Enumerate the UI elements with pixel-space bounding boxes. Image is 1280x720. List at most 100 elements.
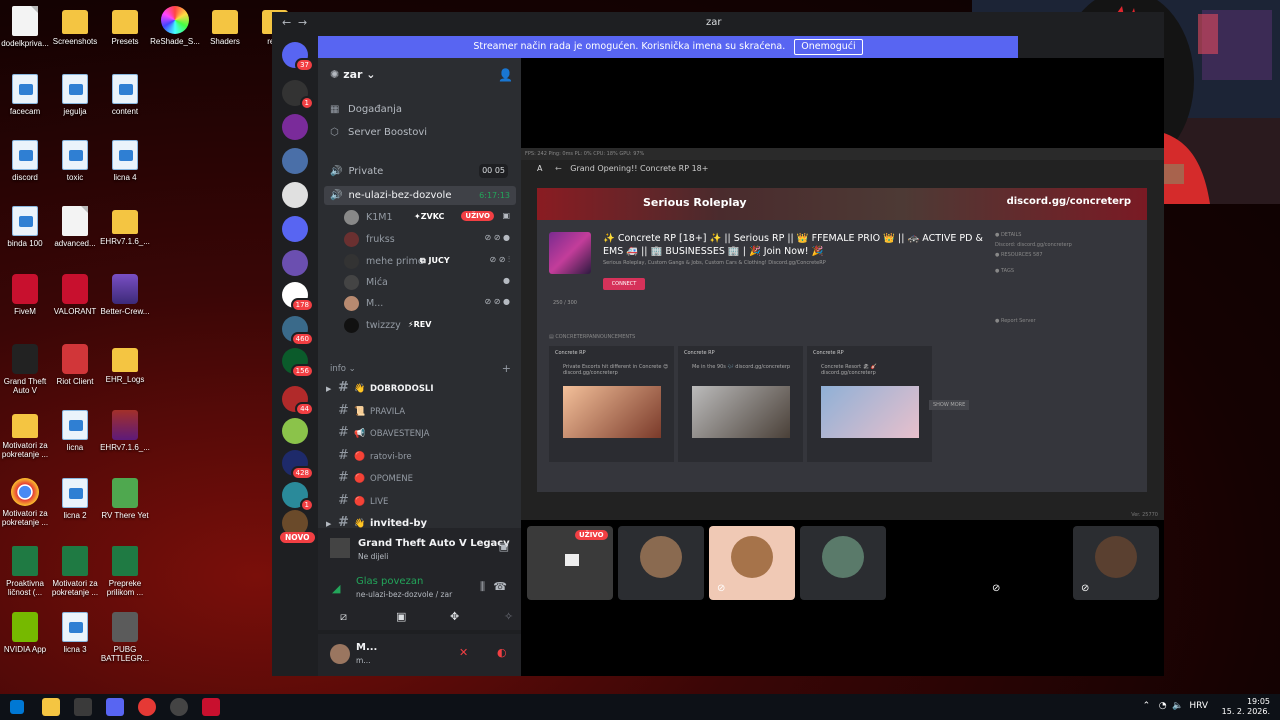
system-tray[interactable]: ⌃ ◔ 🔈 HRV (1143, 701, 1208, 711)
voice-user[interactable]: frukss ⊘ ⊘ ● (344, 230, 514, 250)
server-name-header[interactable]: ✺ zar ⌄ (330, 68, 376, 81)
voice-user[interactable]: twizzzy ⚡REV (344, 316, 514, 336)
desktop-icon[interactable]: dodelkpriva... (0, 6, 50, 48)
avatar[interactable] (330, 644, 350, 664)
camera-off-icon[interactable]: ⧄ (340, 610, 347, 624)
desktop-icon[interactable]: RV There Yet (100, 478, 150, 520)
desktop-icon[interactable]: Proaktivna ličnost (... (0, 546, 50, 597)
file-explorer-icon[interactable] (42, 698, 60, 716)
language-indicator[interactable]: HRV (1189, 701, 1208, 711)
noise-suppression-icon[interactable]: ⫼ (480, 580, 485, 594)
invite-people-icon[interactable]: 👤 (498, 68, 513, 82)
voice-user[interactable]: M... ⊘ ⊘ ● (344, 294, 514, 314)
desktop-icon[interactable]: NVIDIA App (0, 612, 50, 654)
tray-chevron-icon[interactable]: ⌃ (1143, 701, 1151, 711)
desktop-icon[interactable]: Riot Client (50, 344, 100, 386)
desktop-icon[interactable]: PUBG BATTLEGR... (100, 612, 150, 663)
participant-tile-stream[interactable]: UŽIVO (527, 526, 613, 600)
server-icon[interactable] (282, 216, 308, 242)
text-channel[interactable]: # 🔴 LIVE (326, 491, 516, 511)
desktop-icon[interactable]: Presets (100, 6, 150, 46)
category-info[interactable]: info ⌄ (330, 364, 356, 374)
participant-tile[interactable]: ⊘ (1073, 526, 1159, 600)
disable-streamer-mode-button[interactable]: Onemogući (794, 39, 863, 55)
mute-icon[interactable]: ✕ (459, 646, 468, 659)
desktop-icon[interactable]: Motivatori za pokretanje ... (0, 410, 50, 459)
desktop-icon[interactable]: Motivatori za pokretanje ... (0, 478, 50, 527)
discord-taskbar-icon[interactable] (106, 698, 124, 716)
server-boosts-link[interactable]: ⬡ Server Boostovi (330, 127, 427, 138)
fivem-taskbar-icon[interactable] (202, 698, 220, 716)
desktop-icon[interactable]: ReShade_S... (150, 6, 200, 46)
network-icon[interactable]: ◔ (1159, 701, 1167, 711)
disconnect-icon[interactable]: ☎ (493, 580, 507, 593)
participant-tile[interactable] (891, 526, 977, 600)
events-link[interactable]: ▦ Događanja (330, 104, 402, 115)
deafen-icon[interactable]: ◐ (497, 646, 507, 659)
nav-back-button[interactable]: ← (282, 16, 291, 29)
voice-user[interactable]: K1M1 ✦ZVKC UŽIVO ▣ (344, 208, 514, 228)
desktop-icon[interactable]: facecam (0, 74, 50, 116)
desktop-icon[interactable]: Grand Theft Auto V (0, 344, 50, 395)
participant-tile[interactable] (618, 526, 704, 600)
desktop-icon[interactable]: EHRv7.1.6_... (100, 410, 150, 452)
chrome-taskbar-icon[interactable] (138, 698, 156, 716)
desktop-icon[interactable]: EHRv7.1.6_... (100, 206, 150, 246)
participant-tile[interactable]: ⊘ (709, 526, 795, 600)
start-button-icon[interactable] (10, 700, 24, 714)
desktop-icon[interactable]: licna 3 (50, 612, 100, 654)
desktop-icon[interactable]: binda 100 (0, 206, 50, 248)
server-icon[interactable]: 178 (282, 282, 314, 312)
voice-connected-label[interactable]: Glas povezan (356, 576, 423, 587)
voice-channel-path[interactable]: ne-ulazi-bez-dozvole / zar (356, 590, 452, 599)
text-channel[interactable]: ▶ # 👋 DOBRODOSLI (326, 378, 516, 398)
server-icon[interactable]: 156 (282, 348, 314, 378)
server-icon[interactable] (282, 250, 308, 276)
desktop-icon[interactable]: content (100, 74, 150, 116)
soundboard-icon[interactable]: ✧ (504, 610, 513, 623)
desktop-icon[interactable]: jegulja (50, 74, 100, 116)
voice-user[interactable]: Mića ● (344, 273, 514, 293)
voice-channel-active[interactable]: 🔊 ne-ulazi-bez-dozvole 6:17:13 (324, 186, 516, 205)
nav-forward-button[interactable]: → (298, 16, 307, 29)
desktop-icon[interactable]: Shaders (200, 6, 250, 46)
add-channel-icon[interactable]: + (502, 362, 511, 375)
server-icon[interactable]: 428 (282, 450, 314, 480)
desktop-icon[interactable]: VALORANT (50, 274, 100, 316)
text-channel[interactable]: # 📢 OBAVESTENJA (326, 423, 516, 443)
desktop-icon[interactable]: Motivatori za pokretanje ... (50, 546, 100, 597)
server-icon[interactable] (282, 418, 308, 444)
screen-share-icon[interactable]: ▣ (396, 610, 406, 623)
server-icon[interactable]: 1 (282, 482, 314, 512)
voice-user[interactable]: mehe prime ⧉ JUCY ⊘ ⊘ ⫶ (344, 252, 514, 272)
direct-messages-icon[interactable]: 37 (282, 42, 314, 72)
share-screen-icon[interactable]: ▣ (499, 540, 509, 553)
server-icon[interactable]: 1 (282, 80, 314, 110)
text-channel[interactable]: # 📜 PRAVILA (326, 401, 516, 421)
text-channel[interactable]: # 🔴 ratovi-bre (326, 446, 516, 466)
desktop-icon[interactable]: EHR_Logs (100, 344, 150, 384)
server-icon[interactable]: 44 (282, 386, 314, 416)
server-icon[interactable] (282, 148, 308, 174)
desktop-icon[interactable]: licna (50, 410, 100, 452)
clock[interactable]: 19:05 15. 2. 2026. (1222, 697, 1270, 717)
desktop-icon[interactable]: advanced... (50, 206, 100, 248)
desktop-icon[interactable]: licna 2 (50, 478, 100, 520)
text-channel[interactable]: # 🔴 OPOMENE (326, 468, 516, 488)
store-icon[interactable] (74, 698, 92, 716)
desktop-icon[interactable]: Screenshots (50, 6, 100, 46)
desktop-icon[interactable]: licna 4 (100, 140, 150, 182)
participant-tile[interactable] (800, 526, 886, 600)
server-icon[interactable] (282, 182, 308, 208)
volume-icon[interactable]: 🔈 (1172, 701, 1183, 711)
activities-icon[interactable]: ✥ (450, 610, 459, 623)
participant-tile[interactable]: ⊘ (982, 526, 1068, 600)
desktop-icon[interactable]: Better-Crew... (100, 274, 150, 316)
desktop-icon[interactable]: FiveM (0, 274, 50, 316)
desktop-icon[interactable]: discord (0, 140, 50, 182)
server-icon[interactable] (282, 114, 308, 140)
server-icon[interactable]: 460 (282, 316, 314, 346)
obs-taskbar-icon[interactable] (170, 698, 188, 716)
desktop-icon[interactable]: toxic (50, 140, 100, 182)
desktop-icon[interactable]: Prepreke prilikom ... (100, 546, 150, 597)
